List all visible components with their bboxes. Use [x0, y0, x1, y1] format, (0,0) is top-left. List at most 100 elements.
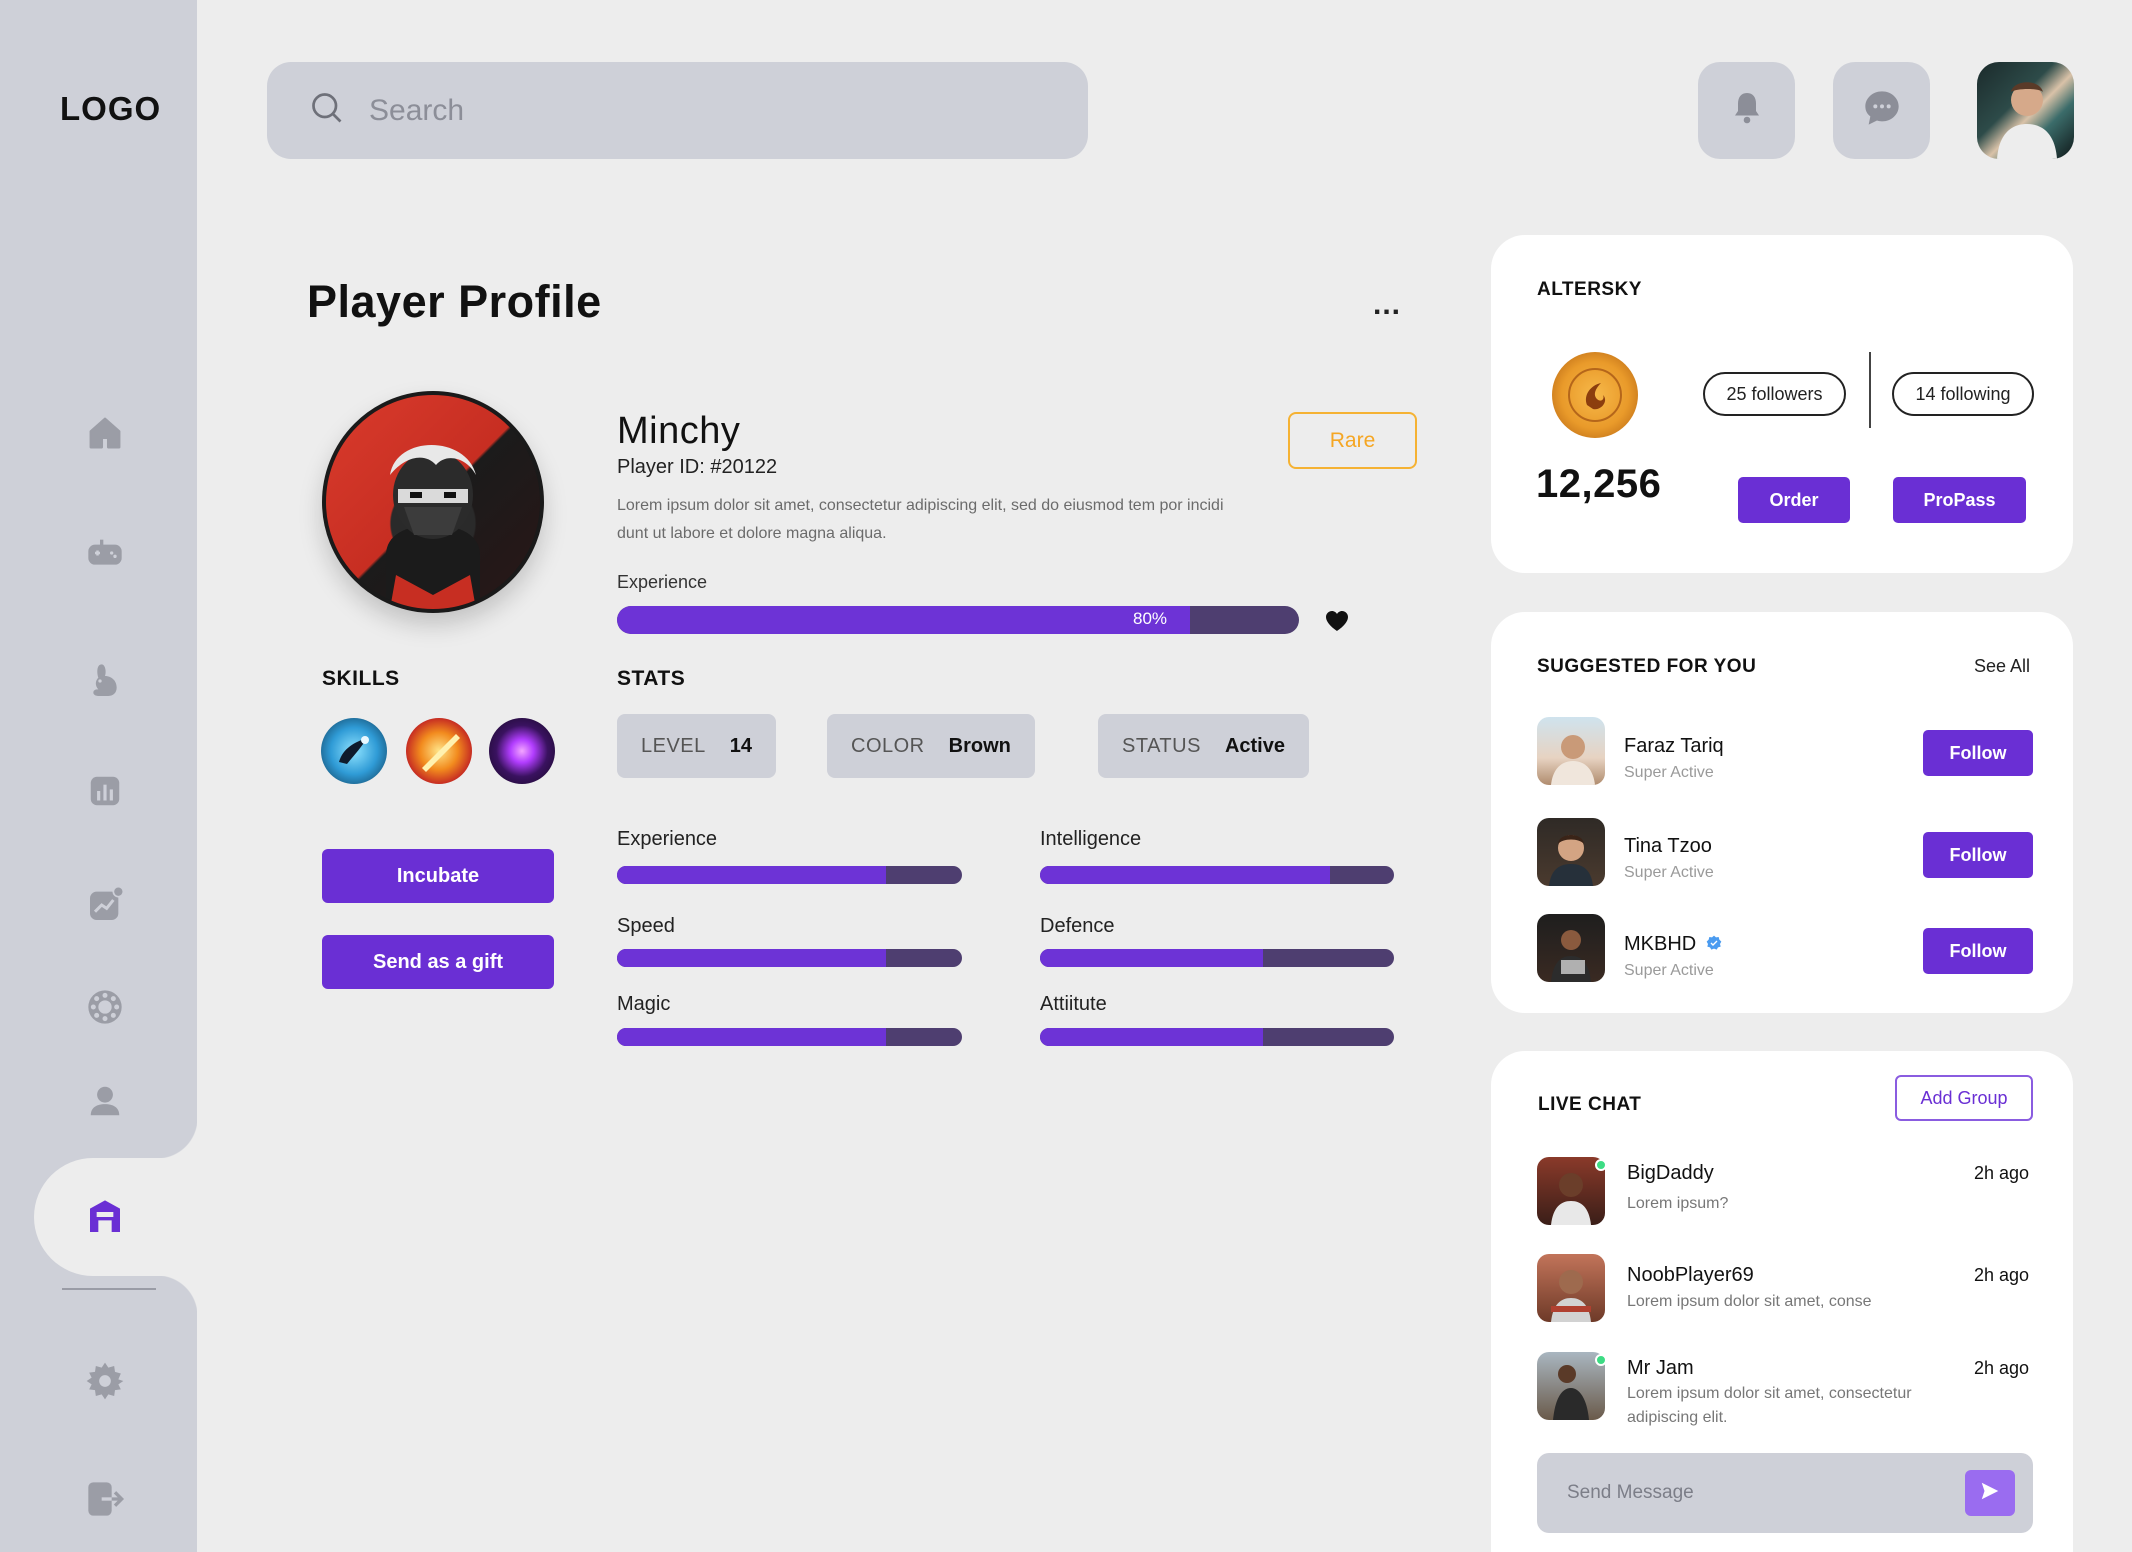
experience-label: Experience: [617, 572, 708, 592]
attr-label-defence: Defence: [1040, 915, 1115, 937]
messages-button[interactable]: [1833, 62, 1930, 159]
logo[interactable]: LOGO: [60, 90, 161, 128]
follow-button[interactable]: Follow: [1923, 832, 2033, 878]
live-chat-title: LIVE CHAT: [1538, 1094, 1642, 1115]
attr-fill: [617, 866, 887, 884]
stat-chip-level: LEVEL 14: [617, 714, 777, 778]
send-button[interactable]: [1965, 1470, 2015, 1516]
gamepad-icon[interactable]: [84, 532, 126, 574]
online-indicator: [1595, 1159, 1607, 1171]
roulette-icon[interactable]: [84, 986, 126, 1028]
stat-key: STATUS: [1122, 734, 1201, 757]
stat-key: COLOR: [851, 734, 925, 757]
chat-time: 2h ago: [1974, 1265, 2030, 1285]
marketplace-icon[interactable]: [84, 1196, 126, 1238]
stat-value: Brown: [948, 734, 1011, 757]
add-group-button[interactable]: Add Group: [1895, 1075, 2033, 1121]
chat-user-name[interactable]: NoobPlayer69: [1627, 1264, 1754, 1287]
attr-label-attitude: Attiitute: [1040, 993, 1107, 1015]
coin-balance: 12,256: [1536, 462, 1662, 506]
chat-time: 2h ago: [1974, 1163, 2030, 1183]
coin-icon: [1552, 352, 1638, 438]
attr-label-speed: Speed: [617, 915, 675, 937]
suggested-title: SUGGESTED FOR YOU: [1537, 656, 1757, 677]
trending-icon[interactable]: [84, 884, 126, 926]
home-icon[interactable]: [84, 412, 126, 454]
player-avatar: [322, 391, 544, 613]
notifications-button[interactable]: [1698, 62, 1795, 159]
chat-time: 2h ago: [1974, 1358, 2030, 1378]
online-indicator: [1595, 1354, 1607, 1366]
experience-percent: 80%: [1133, 609, 1168, 628]
attr-label-intelligence: Intelligence: [1040, 828, 1142, 850]
purple-orb-skill-icon[interactable]: [489, 718, 555, 784]
skills-title: SKILLS: [322, 667, 400, 690]
follow-button[interactable]: Follow: [1923, 730, 2033, 776]
blue-creature-skill-icon[interactable]: [321, 718, 387, 784]
attr-fill: [617, 949, 887, 967]
stat-key: LEVEL: [641, 734, 706, 757]
chat-message-preview: Lorem ipsum?: [1627, 1195, 1729, 1212]
stat-chip-color: COLOR Brown: [827, 714, 1035, 778]
message-box[interactable]: [1537, 1453, 2033, 1533]
more-options-button[interactable]: ...: [1373, 288, 1401, 322]
suggested-avatar[interactable]: [1537, 717, 1605, 785]
page-title: Player Profile: [307, 276, 602, 327]
heart-icon[interactable]: [1325, 610, 1349, 637]
attr-bar-attitude: [1040, 1028, 1394, 1046]
settings-icon[interactable]: [84, 1360, 126, 1402]
suggested-avatar[interactable]: [1537, 818, 1605, 886]
suggested-user-name[interactable]: Faraz Tariq: [1624, 735, 1724, 758]
chat-user-name[interactable]: Mr Jam: [1627, 1357, 1694, 1380]
suggested-user-status: Super Active: [1624, 864, 1714, 881]
player-name: Minchy: [617, 410, 741, 452]
attr-label-magic: Magic: [617, 993, 671, 1015]
chat-bubble-icon: [1862, 88, 1902, 133]
player-description: Lorem ipsum dolor sit amet, consectetur …: [617, 497, 1224, 542]
rarity-badge[interactable]: Rare: [1288, 412, 1417, 469]
search-input[interactable]: [369, 93, 969, 128]
verified-badge-icon: [1706, 935, 1722, 956]
attr-bar-speed: [617, 949, 962, 967]
user-avatar[interactable]: [1977, 62, 2074, 159]
chat-message-preview: Lorem ipsum dolor sit amet, consectetur …: [1627, 1385, 1912, 1426]
rabbit-icon[interactable]: [84, 660, 126, 702]
attr-fill: [1040, 1028, 1264, 1046]
experience-progress-fill: [617, 606, 1190, 634]
sidebar: LOGO: [0, 0, 197, 1552]
followers-pill[interactable]: 25 followers: [1703, 372, 1846, 416]
bar-chart-icon[interactable]: [84, 770, 126, 812]
stat-chip-status: STATUS Active: [1098, 714, 1309, 778]
suggested-user-name[interactable]: Tina Tzoo: [1624, 835, 1712, 858]
logout-icon[interactable]: [84, 1478, 126, 1520]
attr-bar-experience: [617, 866, 962, 884]
player-id: Player ID: #20122: [617, 456, 778, 478]
attr-bar-defence: [1040, 949, 1394, 967]
chat-avatar[interactable]: [1537, 1254, 1605, 1322]
stat-value: Active: [1224, 734, 1285, 757]
fire-slash-skill-icon[interactable]: [406, 718, 472, 784]
send-gift-button[interactable]: Send as a gift: [322, 935, 554, 989]
search-icon: [309, 90, 345, 131]
stats-title: STATS: [617, 667, 686, 690]
see-all-link[interactable]: See All: [1974, 656, 2030, 677]
incubate-button[interactable]: Incubate: [322, 849, 554, 903]
follow-button[interactable]: Follow: [1923, 928, 2033, 974]
nav-divider: [62, 1288, 156, 1290]
suggested-user-status: Super Active: [1624, 962, 1714, 979]
bell-icon: [1729, 89, 1765, 132]
following-pill[interactable]: 14 following: [1892, 372, 2034, 416]
propass-button[interactable]: ProPass: [1893, 477, 2026, 523]
stat-value: 14: [729, 734, 753, 757]
suggested-avatar[interactable]: [1537, 914, 1605, 982]
message-input[interactable]: [1567, 1482, 1947, 1504]
chat-message-preview: Lorem ipsum dolor sit amet, conse: [1627, 1293, 1872, 1310]
search-bar[interactable]: [267, 62, 1088, 159]
chat-user-name[interactable]: BigDaddy: [1627, 1162, 1714, 1185]
suggested-user-name[interactable]: MKBHD: [1624, 933, 1696, 956]
followers-divider: [1869, 352, 1871, 428]
user-icon[interactable]: [84, 1080, 126, 1122]
suggested-user-status: Super Active: [1624, 764, 1714, 781]
order-button[interactable]: Order: [1738, 477, 1850, 523]
attr-bar-magic: [617, 1028, 962, 1046]
